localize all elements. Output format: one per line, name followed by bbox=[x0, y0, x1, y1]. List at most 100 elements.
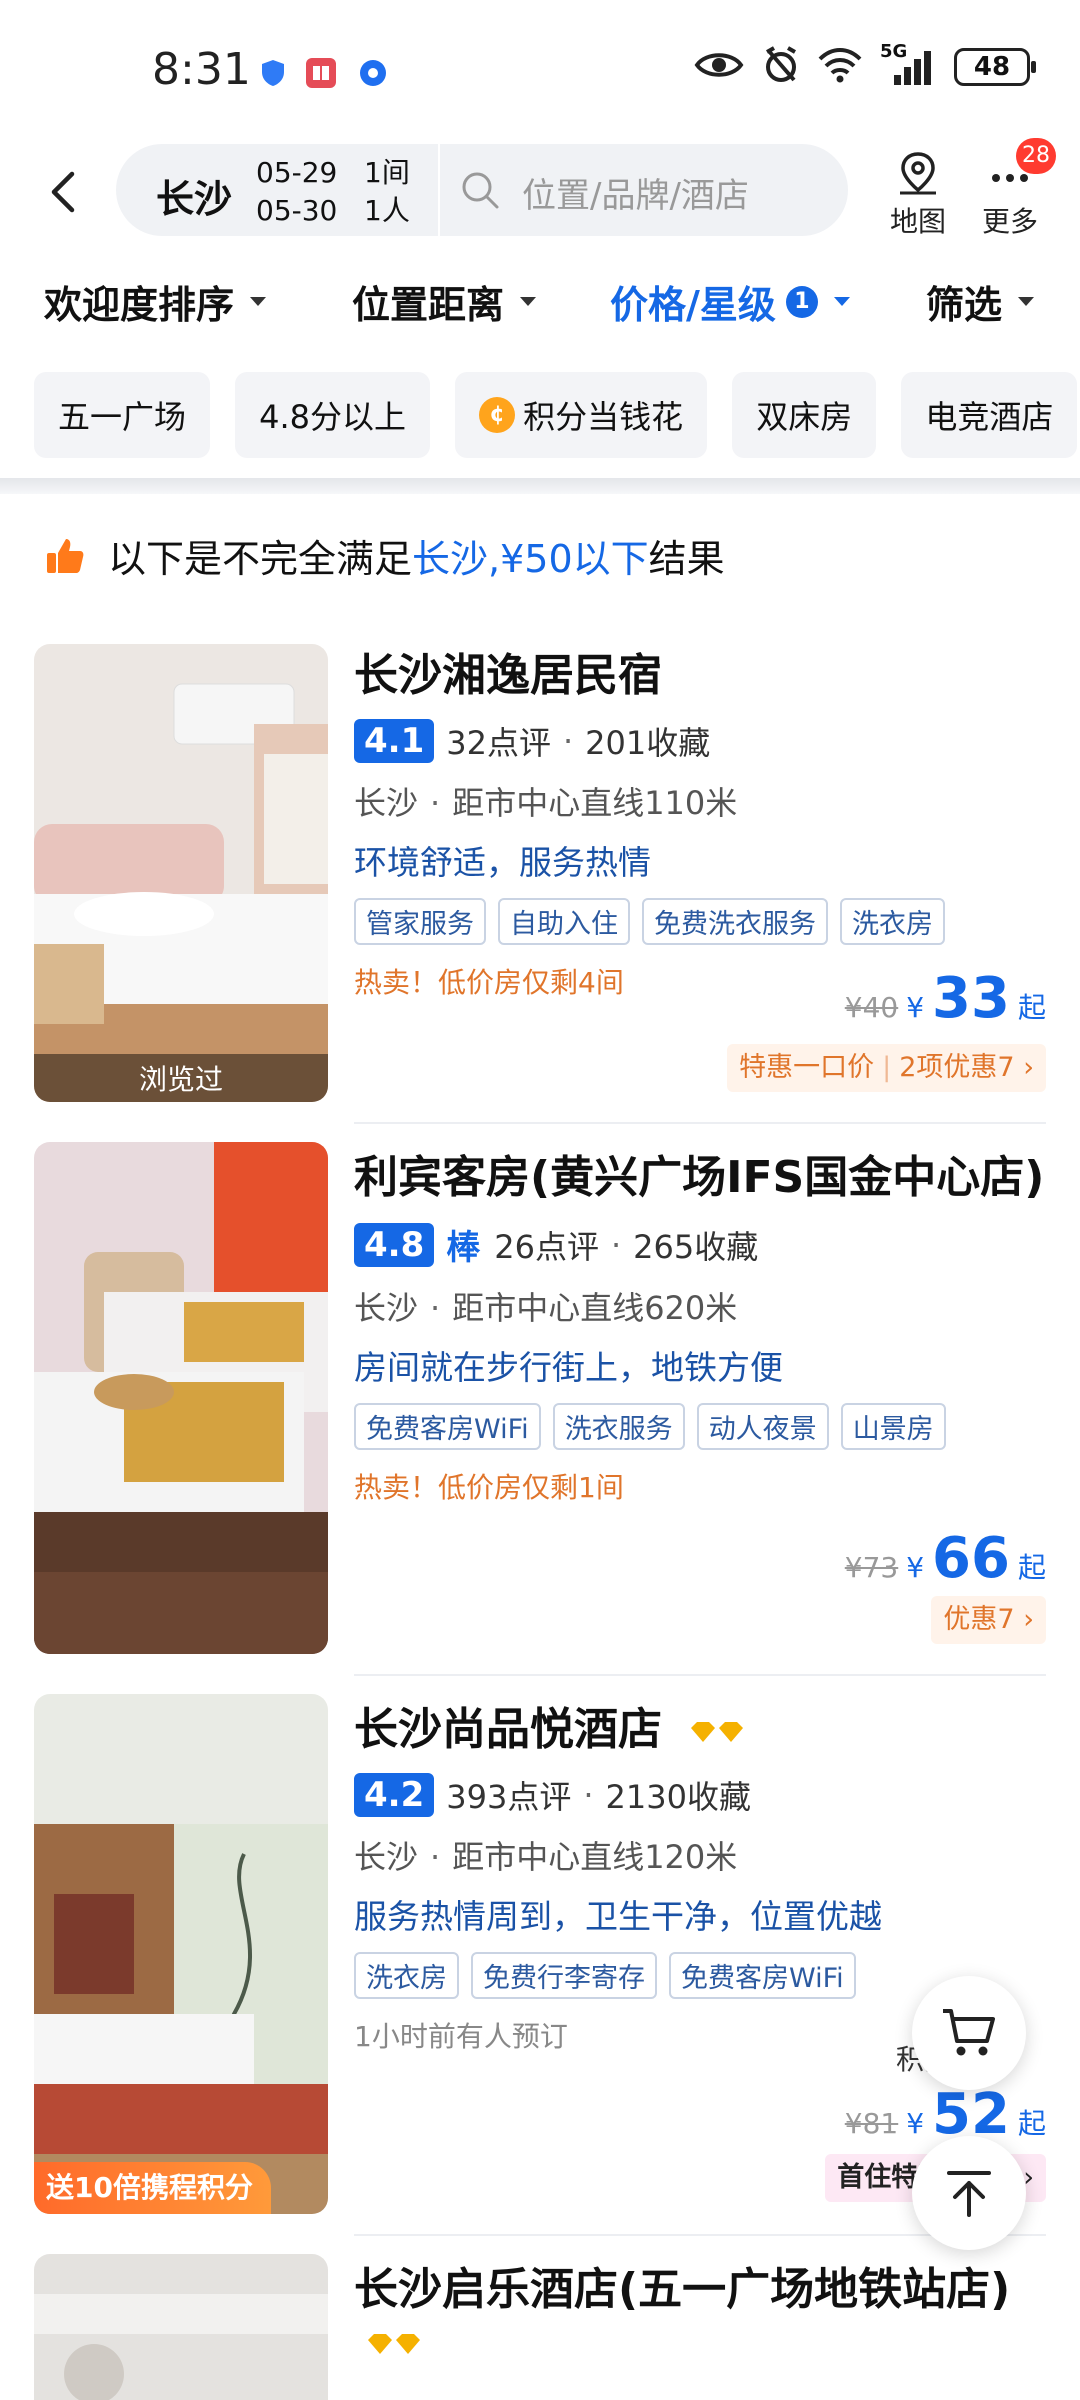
hotel-name: 长沙尚品悦酒店 bbox=[354, 1702, 1046, 1758]
points-banner: 送10倍携程积分 bbox=[34, 2162, 271, 2214]
wifi-icon bbox=[818, 47, 862, 87]
sort-filter-bar: 欢迎度排序 位置距离 价格/星级 1 筛选 bbox=[0, 262, 1080, 342]
status-bar: 8:31 5G 48 bbox=[0, 0, 1080, 140]
city-selector[interactable]: 长沙 bbox=[156, 168, 232, 223]
original-price: ¥81 bbox=[844, 2107, 899, 2140]
amenity-tag: 免费洗衣服务 bbox=[642, 898, 828, 945]
amenity-tag: 免费行李寄存 bbox=[471, 1952, 657, 1999]
original-price: ¥73 bbox=[844, 1551, 899, 1584]
scroll-to-top-button[interactable] bbox=[912, 2136, 1026, 2250]
hotel-card[interactable]: 长沙启乐酒店(五一广场地铁站店) bbox=[0, 2254, 1080, 2400]
hotel-highlight: 服务热情周到，卫生干净，位置优越 bbox=[354, 1897, 882, 1936]
hotel-photo: 浏览过 bbox=[34, 644, 328, 1102]
arrow-up-icon bbox=[947, 2171, 991, 2217]
result-notice: 以下是不完全满足 长沙,¥50以下 结果 bbox=[44, 528, 725, 583]
sort-distance[interactable]: 位置距离 bbox=[352, 274, 537, 329]
search-header: 长沙 05-29 05-30 1间 1人 位置/品牌/酒店 地图 更多 28 bbox=[0, 138, 1080, 250]
guest-count: 1人 bbox=[364, 194, 410, 227]
viewed-label: 浏览过 bbox=[138, 1063, 223, 1096]
chevron-left-icon bbox=[51, 171, 75, 213]
map-label: 地图 bbox=[889, 205, 946, 238]
chip-twin-room[interactable]: 双床房 bbox=[732, 372, 877, 458]
location-row: 长沙 · 距市中心直线620米 bbox=[354, 1289, 738, 1327]
chip-rating-48[interactable]: 4.8分以上 bbox=[235, 372, 431, 458]
notification-badge: 28 bbox=[1016, 138, 1056, 174]
amenity-tags: 管家服务 自助入住 免费洗衣服务 洗衣房 bbox=[354, 898, 1046, 945]
map-pin-icon bbox=[900, 152, 936, 195]
hot-sale-notice: 热卖！低价房仅剩1间 bbox=[354, 1471, 624, 1504]
back-button[interactable] bbox=[36, 162, 96, 222]
caret-down-icon bbox=[520, 297, 537, 306]
amenity-tag: 动人夜景 bbox=[696, 1403, 829, 1450]
amenity-tag: 山景房 bbox=[840, 1403, 946, 1450]
hotel-card[interactable]: 送10倍携程积分 长沙尚品悦酒店 4.2 393点评 · 2130收藏 长沙 · 距市中… bbox=[0, 1694, 1080, 2214]
search-bar[interactable]: 长沙 05-29 05-30 1间 1人 位置/品牌/酒店 bbox=[116, 144, 848, 236]
chevron-right-icon: › bbox=[1023, 1052, 1034, 1083]
chip-esports-hotel[interactable]: 电竞酒店 bbox=[901, 372, 1078, 458]
more-label: 更多 bbox=[981, 205, 1038, 238]
filter-count-badge: 1 bbox=[785, 285, 818, 318]
amenity-tag: 免费客房WiFi bbox=[354, 1403, 541, 1450]
caret-down-icon bbox=[833, 297, 850, 306]
chip-wuyi-square[interactable]: 五一广场 bbox=[34, 372, 211, 458]
price-row: ¥81 ¥52 起 bbox=[844, 2082, 1046, 2147]
review-count: 393点评 bbox=[446, 1778, 572, 1816]
more-button[interactable]: 更多 28 bbox=[970, 138, 1056, 240]
hotel-name: 利宾客房(黄兴广场IFS国金中心店) bbox=[354, 1152, 1045, 1203]
battery-indicator: 48 bbox=[954, 48, 1036, 86]
checkout-date: 05-30 bbox=[256, 194, 338, 227]
original-price: ¥40 bbox=[844, 991, 899, 1024]
chip-points[interactable]: ¢ 积分当钱花 bbox=[455, 372, 708, 458]
divider bbox=[354, 1674, 1046, 1676]
score-word: 棒 bbox=[446, 1228, 481, 1268]
review-count: 32点评 bbox=[446, 724, 551, 762]
sort-price-star[interactable]: 价格/星级 1 bbox=[610, 274, 850, 329]
search-icon bbox=[462, 172, 499, 209]
caret-down-icon bbox=[1018, 297, 1035, 306]
rating-row: 4.8 棒 26点评 · 265收藏 bbox=[354, 1220, 1046, 1269]
favorite-count: 265收藏 bbox=[633, 1227, 759, 1266]
hotel-info: 长沙启乐酒店(五一广场地铁站店) bbox=[354, 2262, 1046, 2360]
amenity-tag: 洗衣房 bbox=[840, 898, 945, 945]
hotel-photo bbox=[34, 2254, 328, 2400]
room-guest-selector[interactable]: 1间 1人 bbox=[364, 154, 410, 230]
hotel-highlight: 环境舒适，服务热情 bbox=[354, 843, 651, 882]
chevron-right-icon: › bbox=[1023, 1604, 1034, 1635]
amenity-tag: 自助入住 bbox=[498, 898, 630, 945]
status-time: 8:31 bbox=[152, 44, 251, 95]
amenity-tag: 洗衣服务 bbox=[552, 1403, 685, 1450]
favorite-count: 2130收藏 bbox=[605, 1778, 751, 1816]
hotel-card[interactable]: 利宾客房(黄兴广场IFS国金中心店) 4.8 棒 26点评 · 265收藏 长沙 · 距… bbox=[0, 1142, 1080, 1654]
date-selector[interactable]: 05-29 05-30 bbox=[256, 154, 337, 230]
hotel-name: 长沙湘逸居民宿 bbox=[354, 650, 662, 701]
cart-button[interactable] bbox=[912, 1976, 1026, 2090]
status-icons: 5G 48 bbox=[694, 41, 1036, 88]
map-button[interactable]: 地图 bbox=[878, 150, 958, 240]
hotel-card[interactable]: 浏览过 长沙湘逸居民宿 4.1 32点评 · 201收藏 长沙 · 距市中心直线110米… bbox=[0, 644, 1080, 1104]
rating-row: 4.1 32点评 · 201收藏 bbox=[354, 718, 1046, 764]
location-row: 长沙 · 距市中心直线110米 bbox=[354, 784, 738, 822]
search-input[interactable]: 位置/品牌/酒店 bbox=[522, 168, 749, 217]
diamond-rating-icon bbox=[691, 1722, 744, 1742]
rating-row: 4.2 393点评 · 2130收藏 bbox=[354, 1772, 1046, 1818]
promo-tag[interactable]: 特惠一口价 | 2项优惠7 › bbox=[727, 1044, 1046, 1092]
amenity-tag: 管家服务 bbox=[354, 898, 486, 945]
hotel-photo bbox=[34, 1142, 328, 1654]
divider bbox=[438, 144, 440, 236]
score-badge: 4.8 bbox=[354, 1222, 435, 1267]
price: 33 bbox=[932, 966, 1010, 1031]
book-app-icon bbox=[306, 58, 336, 88]
amenity-tag: 免费客房WiFi bbox=[669, 1952, 856, 1999]
price-row: ¥73 ¥66 起 bbox=[844, 1526, 1046, 1591]
alarm-off-icon bbox=[762, 46, 800, 88]
hotel-info: 长沙湘逸居民宿 4.1 32点评 · 201收藏 长沙 · 距市中心直线110米 环境舒… bbox=[354, 648, 1046, 1092]
hotel-photo: 送10倍携程积分 bbox=[34, 1694, 328, 2214]
sort-filter[interactable]: 筛选 bbox=[926, 274, 1035, 329]
sort-popularity[interactable]: 欢迎度排序 bbox=[44, 274, 267, 329]
promo-tag[interactable]: 优惠7 › bbox=[931, 1596, 1046, 1644]
price-row: ¥40 ¥33 起 bbox=[844, 966, 1046, 1031]
hotel-name: 长沙启乐酒店(五一广场地铁站店) bbox=[354, 2264, 1011, 2315]
signal-5g-icon: 5G bbox=[880, 41, 936, 87]
amenity-tags: 免费客房WiFi 洗衣服务 动人夜景 山景房 bbox=[354, 1403, 1046, 1450]
hotel-info: 利宾客房(黄兴广场IFS国金中心店) 4.8 棒 26点评 · 265收藏 长沙 · 距… bbox=[354, 1150, 1046, 1644]
